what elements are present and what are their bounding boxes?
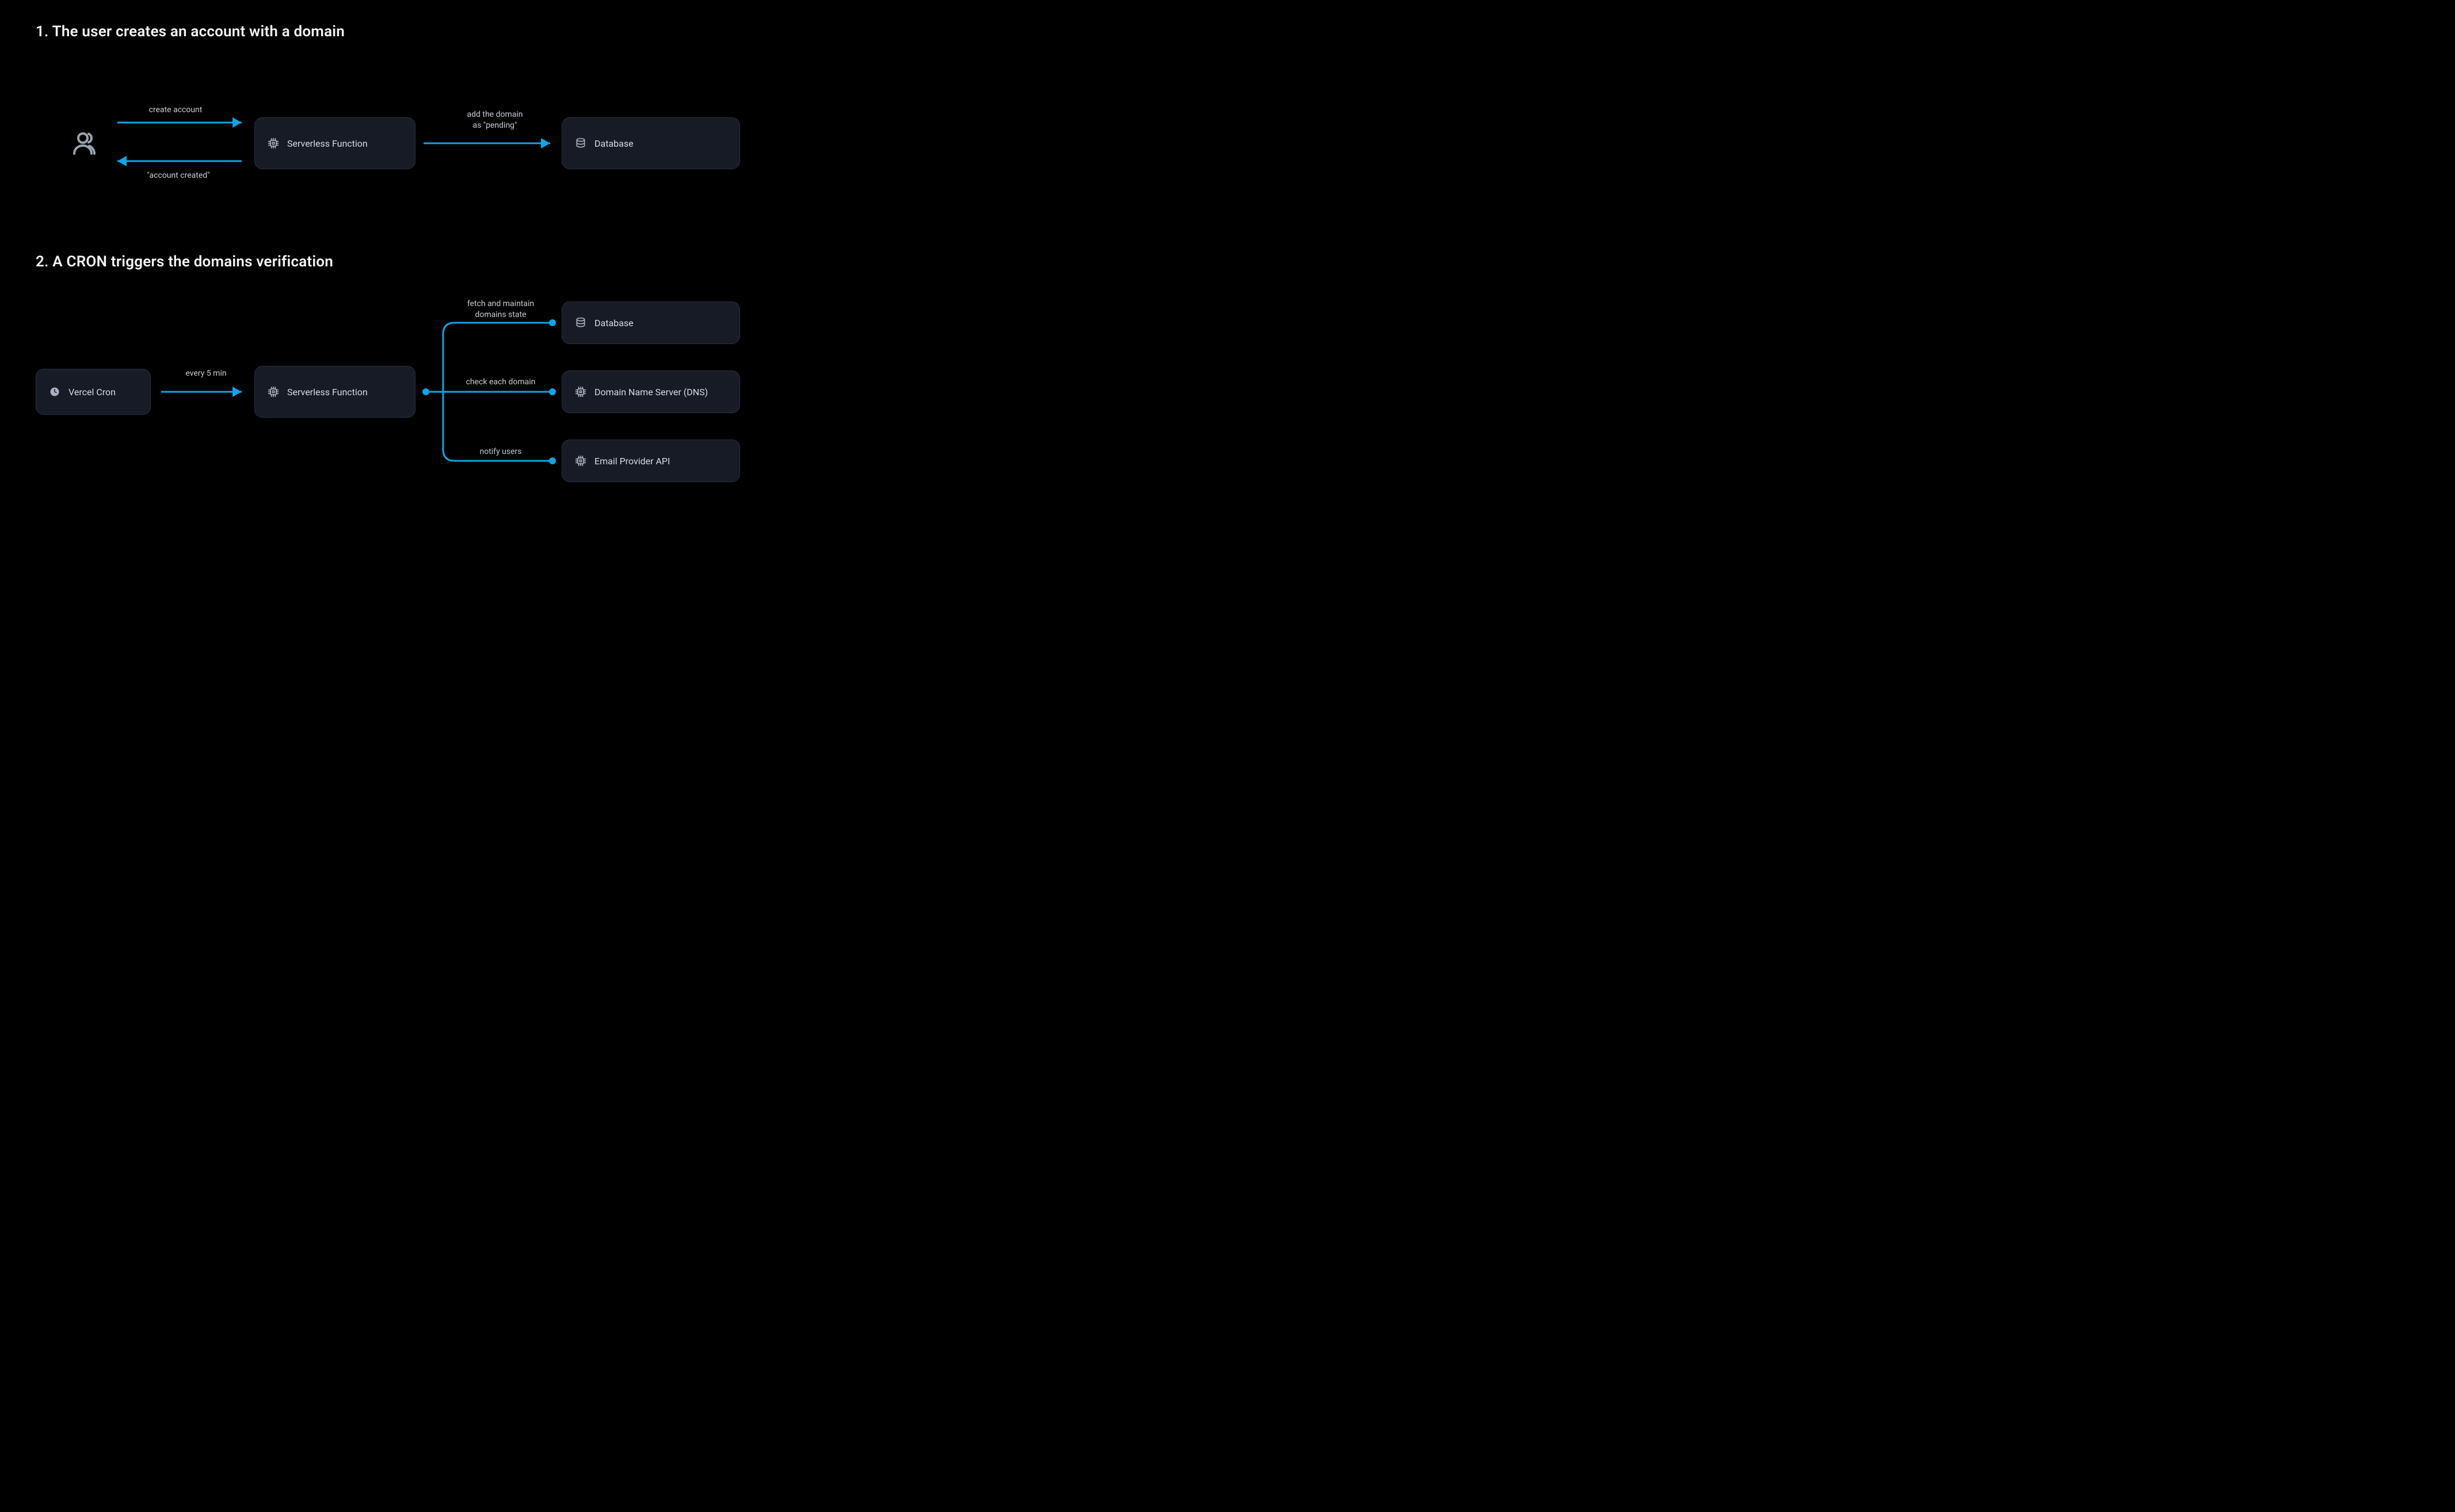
node-label: Email Provider API bbox=[594, 456, 670, 467]
node-vercel-cron: Vercel Cron bbox=[36, 369, 151, 415]
node-dns: Domain Name Server (DNS) bbox=[562, 371, 740, 413]
user-icon bbox=[71, 129, 99, 159]
database-icon bbox=[575, 138, 586, 149]
node-label: Serverless Function bbox=[287, 138, 368, 149]
chip-icon bbox=[575, 386, 586, 398]
arrow-label-create-account: create account bbox=[135, 105, 216, 116]
node-label: Vercel Cron bbox=[68, 387, 116, 398]
arrow-label-add-domain-pending: add the domain as "pending" bbox=[455, 109, 535, 131]
node-serverless-function-1: Serverless Function bbox=[254, 117, 415, 169]
arrows-overlay bbox=[0, 0, 818, 504]
node-label: Domain Name Server (DNS) bbox=[594, 387, 708, 398]
chip-icon bbox=[268, 386, 279, 398]
chip-icon bbox=[575, 455, 586, 467]
arrow-label-fetch-maintain: fetch and maintain domains state bbox=[458, 299, 544, 320]
diagram-canvas: 1. The user creates an account with a do… bbox=[0, 0, 818, 504]
node-label: Database bbox=[594, 138, 634, 149]
node-email-provider: Email Provider API bbox=[562, 440, 740, 482]
node-database-2: Database bbox=[562, 301, 740, 344]
chip-icon bbox=[268, 138, 279, 149]
node-database-1: Database bbox=[562, 117, 740, 169]
node-label: Database bbox=[594, 318, 634, 329]
arrow-label-notify-users: notify users bbox=[466, 446, 535, 457]
section-2-heading: 2. A CRON triggers the domains verificat… bbox=[36, 253, 333, 270]
clock-icon bbox=[49, 386, 60, 398]
arrow-label-account-created: "account created" bbox=[132, 170, 224, 181]
node-label: Serverless Function bbox=[287, 387, 368, 398]
section-1-heading: 1. The user creates an account with a do… bbox=[36, 23, 345, 40]
arrow-label-every-5-min: every 5 min bbox=[171, 368, 241, 379]
arrow-label-check-each-domain: check each domain bbox=[458, 377, 544, 388]
database-icon bbox=[575, 317, 586, 329]
node-serverless-function-2: Serverless Function bbox=[254, 366, 415, 418]
